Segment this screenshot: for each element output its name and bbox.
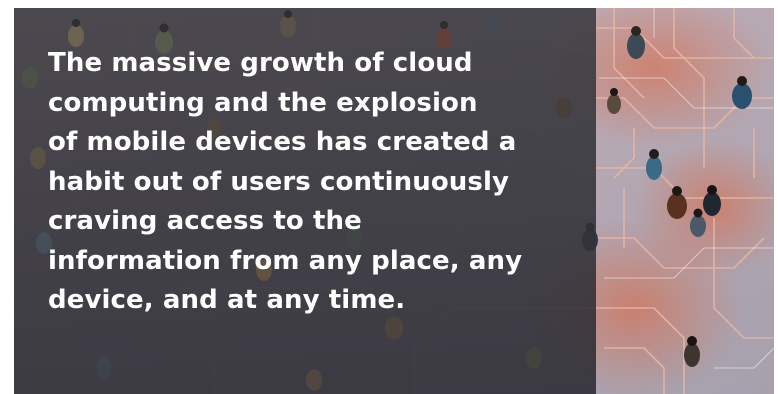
quote-banner: The massive growth of cloud computing an…	[0, 0, 778, 394]
quote-text: The massive growth of cloud computing an…	[48, 48, 523, 315]
